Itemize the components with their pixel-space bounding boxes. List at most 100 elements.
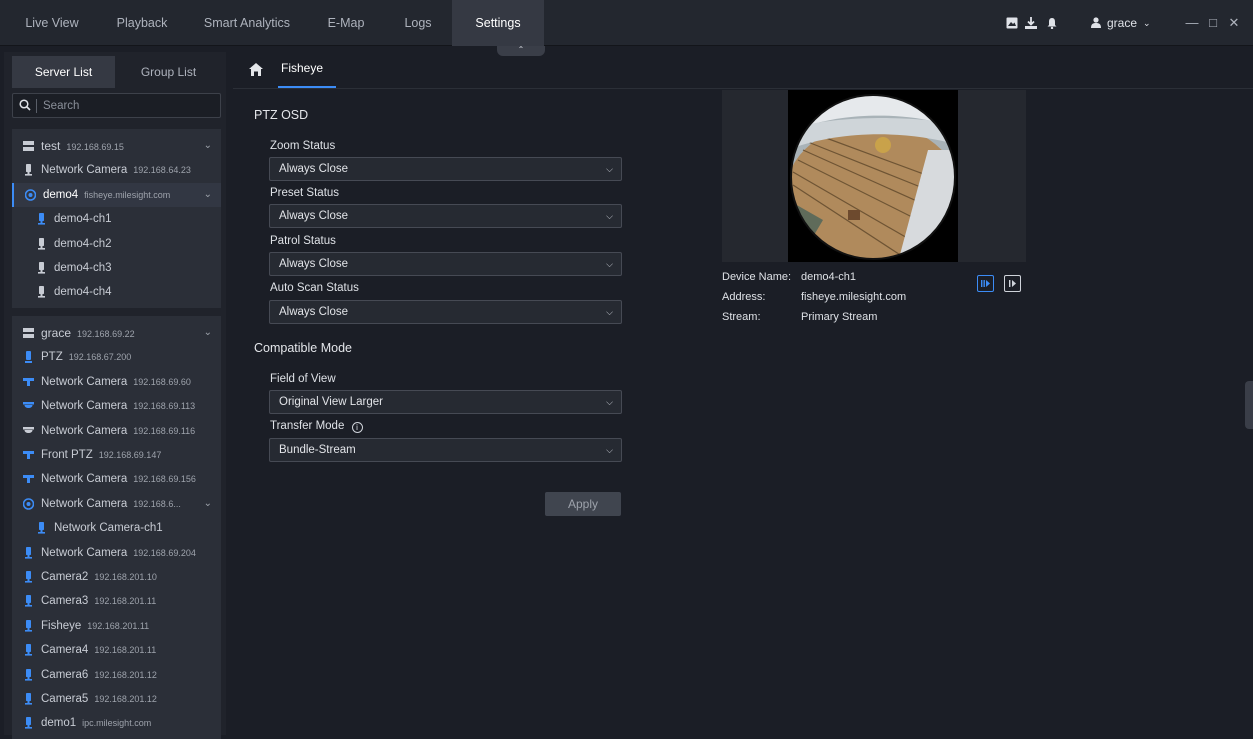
device-sidebar: Server List Group List test192.168.69.15… bbox=[4, 52, 226, 739]
ptz-camera-icon bbox=[25, 351, 32, 363]
device-row[interactable]: demo4-ch2 bbox=[12, 232, 221, 256]
server-icon bbox=[23, 141, 34, 151]
device-name: Front PTZ 192.168.69.147 bbox=[41, 449, 162, 461]
chevron-down-icon: ⌵ bbox=[606, 259, 613, 269]
server-name: grace 192.168.69.22 bbox=[41, 326, 135, 340]
device-ip: fisheye.milesight.com bbox=[84, 190, 171, 200]
device-row[interactable]: Network Camera 192.168.6... ⌄ bbox=[12, 492, 221, 516]
user-icon bbox=[1091, 17, 1101, 28]
device-name: demo4-ch4 bbox=[54, 286, 112, 298]
play-step-icon[interactable] bbox=[1004, 275, 1021, 292]
search-box[interactable] bbox=[12, 93, 221, 118]
device-ip: 192.168.201.11 bbox=[94, 645, 157, 655]
device-name-label: Device Name: bbox=[722, 271, 792, 283]
fisheye-image bbox=[790, 94, 956, 260]
device-row[interactable]: Network Camera 192.168.69.60 bbox=[12, 370, 221, 394]
chevron-down-icon[interactable]: ⌄ bbox=[204, 492, 212, 516]
tab-settings[interactable]: Settings bbox=[452, 0, 544, 46]
ptz-osd-heading: PTZ OSD bbox=[254, 108, 309, 122]
device-ip: 192.168.201.10 bbox=[94, 572, 157, 582]
device-row[interactable]: Network Camera 192.168.64.23 bbox=[12, 158, 221, 182]
auto-scan-status-select[interactable]: Always Close ⌵ bbox=[269, 300, 622, 324]
device-ip: 192.168.201.11 bbox=[94, 596, 157, 606]
info-icon[interactable]: i bbox=[351, 422, 363, 433]
dome-camera-icon bbox=[23, 427, 34, 433]
home-icon[interactable] bbox=[249, 63, 263, 76]
device-row[interactable]: Network Camera-ch1 bbox=[12, 516, 221, 540]
tab-logs[interactable]: Logs bbox=[388, 0, 448, 46]
bullet-camera-icon bbox=[25, 571, 32, 583]
stream-value: Primary Stream bbox=[801, 311, 878, 323]
chevron-down-icon: ⌵ bbox=[606, 307, 613, 317]
device-row[interactable]: demo1 ipc.milesight.com bbox=[12, 711, 221, 735]
field-of-view-select[interactable]: Original View Larger ⌵ bbox=[269, 390, 622, 414]
zoom-status-select[interactable]: Always Close ⌵ bbox=[269, 157, 622, 181]
breadcrumb: Fisheye bbox=[233, 52, 1253, 89]
notification-bell-icon[interactable] bbox=[1046, 17, 1058, 29]
search-input[interactable] bbox=[43, 97, 213, 115]
maximize-icon[interactable]: □ bbox=[1203, 0, 1223, 46]
device-name: Network Camera 192.168.69.60 bbox=[41, 376, 191, 388]
tab-server-list[interactable]: Server List bbox=[12, 56, 115, 88]
bullet-camera-icon bbox=[25, 547, 32, 559]
device-row[interactable]: PTZ 192.168.67.200 bbox=[12, 345, 221, 369]
bullet-camera-icon bbox=[25, 620, 32, 632]
server-row[interactable]: grace 192.168.69.22 ⌄ bbox=[12, 321, 221, 345]
snapshot-icon[interactable] bbox=[1006, 17, 1018, 29]
minimize-icon[interactable]: — bbox=[1182, 0, 1202, 46]
auto-scan-status-value: Always Close bbox=[279, 306, 349, 318]
tab-group-list[interactable]: Group List bbox=[117, 56, 220, 88]
tab-playback[interactable]: Playback bbox=[102, 0, 182, 46]
device-name: Network Camera 192.168.69.113 bbox=[41, 400, 196, 412]
server-name: test 192.168.69.15 bbox=[41, 139, 124, 153]
top-nav-bar: Live View Playback Smart Analytics E-Map… bbox=[0, 0, 1253, 46]
chevron-down-icon[interactable]: ⌄ bbox=[204, 183, 212, 207]
device-row[interactable]: Fisheye 192.168.201.11 bbox=[12, 614, 221, 638]
device-row[interactable]: Camera2 192.168.201.10 bbox=[12, 565, 221, 589]
close-icon[interactable]: ✕ bbox=[1224, 0, 1244, 46]
device-name: Fisheye 192.168.201.11 bbox=[41, 620, 150, 632]
preset-status-select[interactable]: Always Close ⌵ bbox=[269, 204, 622, 228]
server-row[interactable]: test 192.168.69.15 ⌄ bbox=[12, 134, 221, 158]
chevron-down-icon[interactable]: ⌄ bbox=[204, 321, 212, 345]
server-ip: 192.168.69.22 bbox=[77, 329, 135, 339]
video-preview[interactable] bbox=[722, 90, 1026, 262]
bullet-camera-icon bbox=[25, 164, 32, 176]
patrol-status-label: Patrol Status bbox=[270, 235, 336, 247]
device-row[interactable]: Network Camera 192.168.69.116 bbox=[12, 419, 221, 443]
device-row[interactable]: Front PTZ 192.168.69.147 bbox=[12, 443, 221, 467]
chevron-down-icon[interactable]: ⌄ bbox=[204, 134, 212, 158]
play-step-active-icon[interactable] bbox=[977, 275, 994, 292]
download-icon[interactable] bbox=[1025, 17, 1037, 29]
device-row[interactable]: demo4-ch3 bbox=[12, 256, 221, 280]
device-row[interactable]: Camera3 192.168.201.11 bbox=[12, 589, 221, 613]
device-name: demo4-ch3 bbox=[54, 262, 112, 274]
auto-scan-status-label: Auto Scan Status bbox=[270, 282, 359, 294]
device-row[interactable]: Camera6 192.168.201.12 bbox=[12, 663, 221, 687]
device-row[interactable]: demo4-ch4 bbox=[12, 280, 221, 304]
device-row[interactable]: demo4 fisheye.milesight.com ⌄ bbox=[12, 183, 221, 207]
tab-live-view[interactable]: Live View bbox=[12, 0, 92, 46]
device-row[interactable]: Camera4 192.168.201.11 bbox=[12, 638, 221, 662]
device-row[interactable]: Network Camera 192.168.69.156 bbox=[12, 467, 221, 491]
patrol-status-select[interactable]: Always Close ⌵ bbox=[269, 252, 622, 276]
bullet-camera-icon bbox=[25, 595, 32, 607]
device-ip: 192.168.6... bbox=[133, 499, 181, 509]
device-row[interactable]: demo4-ch1 bbox=[12, 207, 221, 231]
search-divider bbox=[36, 99, 37, 113]
device-name: Network Camera 192.168.64.23 bbox=[41, 164, 191, 176]
tab-e-map[interactable]: E-Map bbox=[311, 0, 381, 46]
device-row[interactable]: Network Camera 192.168.69.204 bbox=[12, 541, 221, 565]
device-ip: 192.168.201.11 bbox=[87, 621, 150, 631]
device-row[interactable]: Network Camera 192.168.69.113 bbox=[12, 394, 221, 418]
device-ip: 192.168.201.12 bbox=[94, 670, 157, 680]
turret-camera-icon bbox=[23, 451, 34, 459]
right-panel-handle[interactable] bbox=[1245, 381, 1253, 429]
device-name: Network Camera 192.168.69.156 bbox=[41, 473, 196, 485]
device-ip: 192.168.69.60 bbox=[133, 377, 191, 387]
transfer-mode-select[interactable]: Bundle-Stream ⌵ bbox=[269, 438, 622, 462]
tab-smart-analytics[interactable]: Smart Analytics bbox=[193, 0, 301, 46]
device-ip: 192.168.69.116 bbox=[133, 426, 196, 436]
device-row[interactable]: Camera5 192.168.201.12 bbox=[12, 687, 221, 711]
apply-button[interactable]: Apply bbox=[545, 492, 621, 516]
